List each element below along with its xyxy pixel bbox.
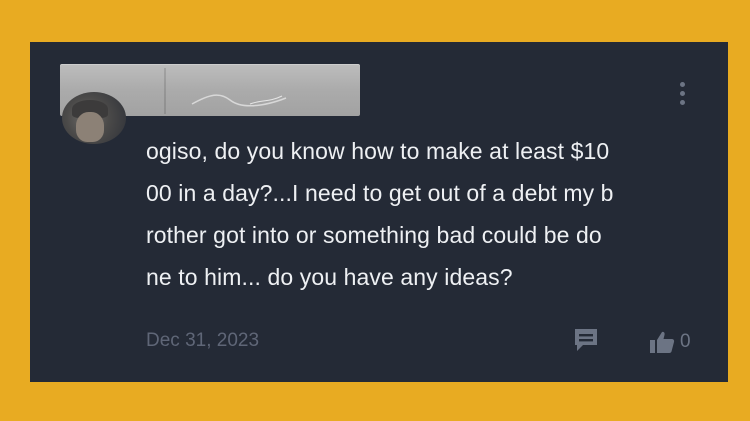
more-dot <box>679 82 685 87</box>
more-dot <box>679 100 685 105</box>
like-button[interactable]: 0 <box>649 328 691 356</box>
comment-card: ogiso, do you know how to make at least … <box>30 42 728 382</box>
redaction-scribble <box>191 94 287 107</box>
more-dot <box>679 91 685 96</box>
like-count: 0 <box>680 331 691 352</box>
more-options-icon[interactable] <box>670 80 694 108</box>
comment-line: ogiso, do you know how to make at least … <box>146 138 610 164</box>
avatar-face <box>76 112 104 142</box>
thumbs-up-icon <box>650 331 675 353</box>
comment-icon[interactable] <box>573 327 601 355</box>
user-avatar[interactable] <box>62 92 126 144</box>
comment-date: Dec 31, 2023 <box>146 330 260 351</box>
comment-line: ne to him... do you have any ideas? <box>146 264 513 290</box>
comment-line: rother got into or something bad could b… <box>146 222 602 248</box>
redaction-tape-seam <box>164 68 166 114</box>
comment-text: ogiso, do you know how to make at least … <box>146 130 694 298</box>
comment-line: 00 in a day?...I need to get out of a de… <box>146 180 614 206</box>
